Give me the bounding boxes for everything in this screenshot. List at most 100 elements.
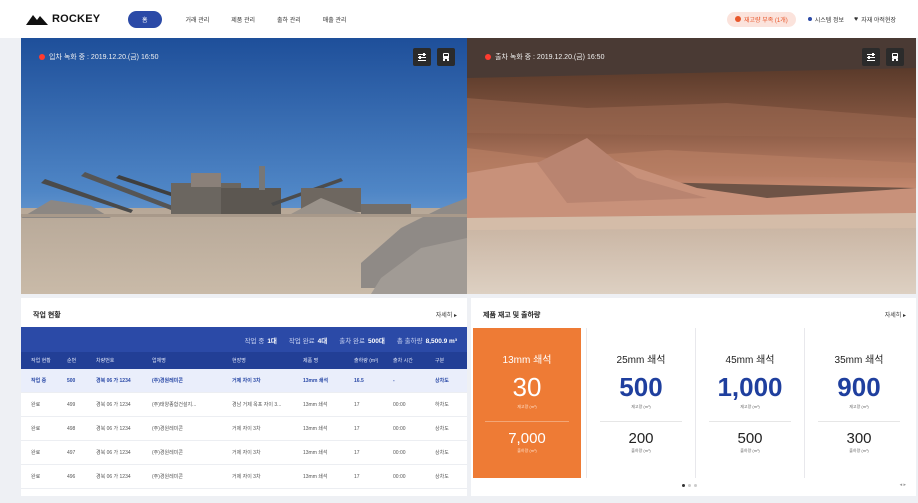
carousel-dot[interactable] [682, 484, 685, 487]
camera-label-exit: 출차 녹화 중 : 2019.12.20.(금) 16:50 [485, 52, 604, 62]
table-cell: 경북 06 가 1234 [96, 402, 131, 408]
table-cell: 상차도 [435, 474, 449, 480]
record-dot-icon [39, 54, 45, 60]
product-shipped-label: 출하량 (m³) [740, 448, 760, 453]
product-divider [600, 421, 682, 422]
table-cell: 500 [67, 377, 76, 384]
column-header: 구분 [435, 358, 445, 364]
product-shipped-value: 500 [737, 430, 763, 447]
camera-controls [856, 48, 904, 66]
camera-label-text: 입차 녹화 중 : 2019.12.20.(금) 16:50 [49, 54, 159, 61]
table-cell: 거제 자이 3차 [232, 474, 261, 480]
table-cell: 경북 06 가 1234 [96, 474, 131, 480]
product-item[interactable]: 35mm 쇄석 900 재고량 (m³) 300 출하량 (m³) [806, 328, 912, 478]
nav-product[interactable]: 제품 관리 [231, 15, 255, 24]
table-cell: (주)경원레미콘 [152, 378, 183, 384]
nav-shipment[interactable]: 출하 관리 [277, 15, 301, 24]
table-cell: 00:00 [393, 401, 406, 408]
table-cell: 17 [354, 401, 360, 408]
product-stock-value: 1,000 [717, 372, 783, 402]
table-cell: (주)태양종합건설지... [152, 402, 197, 408]
table-row[interactable]: 완료 497 경북 06 가 1234 (주)경원레미콘 거제 자이 3차 13mm 쇄석… [21, 441, 467, 465]
table-cell: 17 [354, 473, 360, 480]
truck-icon [443, 53, 449, 61]
camera-label-entry: 입차 녹화 중 : 2019.12.20.(금) 16:50 [39, 52, 158, 62]
product-stock-label: 재고량 (m³) [740, 404, 760, 409]
work-summary-bar: 작업 중 1대 작업 완료 4대 출차 완료 500대 총 출하량 8,500.9 m³ [21, 327, 467, 352]
table-row[interactable]: 완료 498 경북 06 가 1234 (주)경원레미콘 거제 자이 3차 13mm 쇄석… [21, 417, 467, 441]
column-header: 현장명 [232, 358, 246, 364]
camera-settings-button[interactable] [413, 48, 431, 66]
carousel-arrows[interactable]: ◂ ▸ [900, 482, 906, 488]
product-item[interactable]: 45mm 쇄석 1,000 재고량 (m³) 500 출하량 (m³) [697, 328, 803, 478]
work-status-more-link[interactable]: 자세히 ▸ [436, 310, 457, 319]
product-stock-card: 제품 재고 및 출하량 자세히 ▸ 13mm 쇄석 30 재고량 (m³) 7,000… [471, 298, 916, 496]
camera-feed-entry[interactable]: 입차 녹화 중 : 2019.12.20.(금) 16:50 [21, 38, 467, 294]
column-header: 작업 현황 [31, 358, 51, 364]
carousel-dots[interactable] [682, 484, 700, 487]
product-stock-label: 재고량 (m³) [849, 404, 869, 409]
top-navigation-bar: ROCKEY 홈 거래 관리 제품 관리 출하 관리 매출 관리 재고량 부족 … [0, 0, 918, 38]
table-cell: (주)경원레미콘 [152, 426, 183, 432]
camera-vehicle-button[interactable] [437, 48, 455, 66]
table-cell: 상차도 [435, 450, 449, 456]
work-status-title: 작업 현황 [33, 312, 61, 319]
table-cell: 경북 06 가 1234 [96, 450, 131, 456]
table-cell: 13mm 쇄석 [303, 378, 329, 384]
camera-vehicle-button[interactable] [886, 48, 904, 66]
product-shipped-label: 출하량 (m³) [517, 448, 537, 453]
table-cell: 완료 [31, 402, 41, 408]
summary-working: 작업 중 1대 [244, 337, 277, 345]
product-item[interactable]: 25mm 쇄석 500 재고량 (m³) 200 출하량 (m³) [588, 328, 694, 478]
carousel-dot[interactable] [688, 484, 691, 487]
site-select-link[interactable]: ♥ 자재 야적현장 [854, 15, 896, 24]
site-select-label: 자재 야적현장 [861, 17, 896, 24]
table-cell: 경남 거제 옥포 자이 3... [232, 402, 282, 408]
product-shipped-value: 300 [846, 430, 872, 447]
product-stock-more-link[interactable]: 자세히 ▸ [885, 310, 906, 319]
sliders-icon [418, 53, 426, 61]
product-divider [818, 421, 900, 422]
rockey-logo[interactable]: ROCKEY [26, 13, 122, 25]
table-row[interactable]: 작업 중 500 경북 06 가 1234 (주)경원레미콘 거제 자이 3차 13mm … [21, 369, 467, 393]
logo-text: ROCKEY [52, 13, 101, 25]
nav-home[interactable]: 홈 [128, 10, 162, 28]
product-item[interactable]: 13mm 쇄석 30 재고량 (m³) 7,000 출하량 (m³) [473, 328, 581, 478]
stock-alert-badge[interactable]: 재고량 부족 (1개) [726, 11, 796, 27]
table-cell: 17 [354, 425, 360, 432]
product-shipped-value: 7,000 [508, 430, 546, 447]
table-cell: 완료 [31, 450, 41, 456]
nav-sales[interactable]: 매출 관리 [323, 15, 347, 24]
info-bullet-icon [807, 17, 812, 21]
table-row[interactable]: 완료 496 경북 06 가 1234 (주)경원레미콘 거제 자이 3차 13mm 쇄석… [21, 465, 467, 489]
column-header: 제품 명 [303, 358, 319, 364]
product-stock-label: 재고량 (m³) [517, 404, 537, 409]
table-row[interactable]: 완료 499 경북 06 가 1234 (주)태양종합건설지... 경남 거제 옥포 자… [21, 393, 467, 417]
table-cell: 경북 06 가 1234 [96, 378, 131, 384]
product-shipped-label: 출하량 (m³) [631, 448, 651, 453]
mountain-logo-icon [26, 15, 48, 25]
work-table-header: 작업 현황 순번 차량번호 업체명 현장명 제품 명 출하량 (m³) 출차 시… [21, 352, 467, 369]
column-header: 출차 시간 [393, 358, 413, 364]
camera-feed-exit[interactable]: 출차 녹화 중 : 2019.12.20.(금) 16:50 [467, 38, 916, 294]
camera-controls [407, 48, 455, 66]
product-name: 13mm 쇄석 [502, 355, 552, 366]
nav-transaction[interactable]: 거래 관리 [186, 15, 210, 24]
product-divider [485, 421, 569, 422]
table-cell: (주)경원레미콘 [152, 474, 183, 480]
table-cell: - [393, 377, 395, 384]
table-cell: 497 [67, 449, 76, 456]
table-cell: 13mm 쇄석 [303, 402, 328, 408]
table-cell: 13mm 쇄석 [303, 474, 328, 480]
summary-total: 총 출하량 8,500.9 m³ [396, 337, 457, 345]
table-cell: 17 [354, 449, 360, 456]
product-stock-label: 재고량 (m³) [631, 404, 651, 409]
system-info-link[interactable]: 시스템 정보 [807, 15, 844, 24]
table-cell: 거제 자이 3차 [232, 450, 261, 456]
camera-settings-button[interactable] [862, 48, 880, 66]
sliders-icon [867, 53, 875, 61]
camera-label-text: 출차 녹화 중 : 2019.12.20.(금) 16:50 [495, 54, 605, 61]
stock-alert-text: 재고량 부족 (1개) [743, 17, 788, 24]
carousel-dot[interactable] [694, 484, 697, 487]
table-cell: 하차도 [435, 402, 449, 408]
